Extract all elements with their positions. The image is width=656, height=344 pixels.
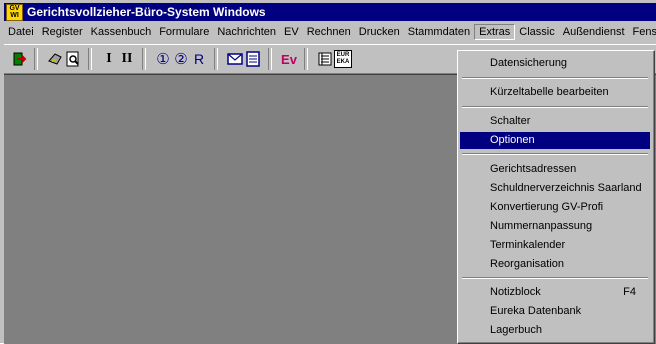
- toolbar-group-4: ① ② R: [154, 49, 208, 69]
- menu-kassenbuch[interactable]: Kassenbuch: [87, 24, 156, 40]
- mail-icon[interactable]: [226, 49, 244, 69]
- extras-dropdown-menu: Datensicherung Kürzeltabelle bearbeiten …: [457, 50, 655, 344]
- menu-formulare[interactable]: Formulare: [155, 24, 213, 40]
- eka-label: EKA: [336, 59, 350, 65]
- window-title: Gerichtsvollzieher-Büro-System Windows: [27, 5, 266, 19]
- toolbar-separator: [214, 48, 218, 70]
- menu-separator: [462, 77, 648, 79]
- toolbar-separator: [88, 48, 92, 70]
- menu-item-notizblock[interactable]: Notizblock F4: [460, 284, 650, 301]
- menu-separator: [462, 153, 648, 155]
- menu-drucken[interactable]: Drucken: [355, 24, 404, 40]
- menu-item-konvertierung[interactable]: Konvertierung GV-Profi: [460, 199, 650, 216]
- toolbar-separator: [268, 48, 272, 70]
- menu-item-reorganisation[interactable]: Reorganisation: [460, 256, 650, 273]
- menu-item-gerichtsadressen[interactable]: Gerichtsadressen: [460, 161, 650, 178]
- menu-stammdaten[interactable]: Stammdaten: [404, 24, 474, 40]
- roman-one-button[interactable]: I: [100, 49, 118, 69]
- circled-one-button[interactable]: ①: [154, 49, 172, 69]
- notizblock-label: Notizblock: [490, 286, 541, 298]
- eur-label: EUR: [336, 52, 350, 58]
- toolbar-separator: [304, 48, 308, 70]
- toolbar-separator: [142, 48, 146, 70]
- menu-rechnen[interactable]: Rechnen: [303, 24, 355, 40]
- menu-bar: Datei Register Kassenbuch Formulare Nach…: [4, 23, 656, 41]
- roman-two-button[interactable]: II: [118, 49, 136, 69]
- ledger-icon[interactable]: [316, 49, 334, 69]
- toolbar-group-6: Ev: [280, 49, 298, 69]
- title-bar[interactable]: GV WI Gerichtsvollzieher-Büro-System Win…: [4, 3, 656, 21]
- calendar-icon[interactable]: [244, 49, 262, 69]
- menu-separator: [462, 277, 648, 279]
- toolbar-group-3: I II: [100, 49, 136, 69]
- app-logo-text-bottom: WI: [10, 12, 19, 19]
- menu-item-schuldnerverzeichnis[interactable]: Schuldnerverzeichnis Saarland: [460, 180, 650, 197]
- app-logo-text-top: GV: [9, 5, 20, 12]
- r-button[interactable]: R: [190, 49, 208, 69]
- toolbar-group-5: [226, 49, 262, 69]
- app-window: GV WI Gerichtsvollzieher-Büro-System Win…: [0, 0, 656, 344]
- print-icon[interactable]: [46, 49, 64, 69]
- notizblock-shortcut: F4: [623, 286, 636, 298]
- menu-item-terminkalender[interactable]: Terminkalender: [460, 237, 650, 254]
- menu-nachrichten[interactable]: Nachrichten: [213, 24, 280, 40]
- menu-ev[interactable]: EV: [280, 24, 303, 40]
- menu-fenster[interactable]: Fenster: [629, 24, 656, 40]
- menu-item-nummernanpassung[interactable]: Nummernanpassung: [460, 218, 650, 235]
- exit-door-icon[interactable]: [10, 49, 28, 69]
- menu-item-schalter[interactable]: Schalter: [460, 113, 650, 130]
- circled-two-button[interactable]: ②: [172, 49, 190, 69]
- menu-item-datensicherung[interactable]: Datensicherung: [460, 55, 650, 72]
- app-logo-icon: GV WI: [6, 3, 23, 21]
- toolbar-group-1: [10, 49, 28, 69]
- menu-item-kuerzeltabelle[interactable]: Kürzeltabelle bearbeiten: [460, 84, 650, 101]
- menu-classic[interactable]: Classic: [515, 24, 558, 40]
- menu-item-lagerbuch[interactable]: Lagerbuch: [460, 322, 650, 339]
- ev-button[interactable]: Ev: [280, 49, 298, 69]
- menu-item-eureka[interactable]: Eureka Datenbank: [460, 303, 650, 320]
- print-preview-icon[interactable]: [64, 49, 82, 69]
- menu-datei[interactable]: Datei: [4, 24, 38, 40]
- menu-extras[interactable]: Extras: [474, 24, 516, 40]
- eur-eka-button[interactable]: EUR EKA: [334, 50, 352, 68]
- toolbar-group-2: [46, 49, 82, 69]
- toolbar-separator: [34, 48, 38, 70]
- menu-register[interactable]: Register: [38, 24, 87, 40]
- toolbar-group-7: EUR EKA: [316, 49, 352, 69]
- menu-separator: [462, 106, 648, 108]
- menu-item-optionen[interactable]: Optionen: [460, 132, 650, 149]
- menu-aussendienst[interactable]: Außendienst: [559, 24, 629, 40]
